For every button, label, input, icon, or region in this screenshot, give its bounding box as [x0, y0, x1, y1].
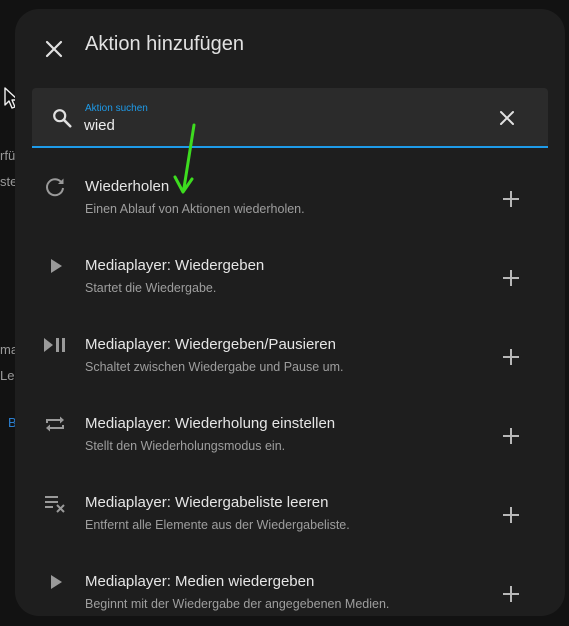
add-icon[interactable]	[501, 189, 521, 209]
action-item-media-repeat-mode[interactable]: Mediaplayer: Wiederholung einstellen Ste…	[15, 385, 565, 464]
action-item-title: Mediaplayer: Wiedergabeliste leeren	[85, 494, 329, 511]
play-pause-icon	[44, 338, 65, 352]
action-item-title: Mediaplayer: Wiedergeben	[85, 257, 265, 274]
action-item-media-play[interactable]: Mediaplayer: Wiedergeben Startet die Wie…	[15, 227, 565, 306]
repeat-mode-icon	[46, 416, 64, 432]
action-item-description: Schaltet zwischen Wiedergabe und Pause u…	[85, 360, 344, 374]
play-icon	[51, 575, 62, 589]
play-icon	[51, 259, 62, 273]
playlist-remove-icon	[45, 496, 65, 513]
search-field[interactable]: Aktion suchen	[32, 88, 548, 148]
action-item-title: Mediaplayer: Wiedergeben/Pausieren	[85, 336, 336, 353]
dialog-header: Aktion hinzufügen	[15, 9, 565, 85]
action-item-title: Mediaplayer: Wiederholung einstellen	[85, 415, 336, 432]
add-icon[interactable]	[501, 347, 521, 367]
action-item-media-play-media[interactable]: Mediaplayer: Medien wiedergeben Beginnt …	[15, 543, 565, 616]
clear-search-icon[interactable]	[498, 109, 516, 127]
search-input[interactable]	[84, 117, 464, 134]
action-item-media-play-pause[interactable]: Mediaplayer: Wiedergeben/Pausieren Schal…	[15, 306, 565, 385]
action-item-description: Entfernt alle Elemente aus der Wiedergab…	[85, 518, 350, 532]
repeat-icon	[46, 178, 64, 197]
action-item-repeat[interactable]: Wiederholen Einen Ablauf von Aktionen wi…	[15, 148, 565, 227]
action-item-description: Einen Ablauf von Aktionen wiederholen.	[85, 202, 305, 216]
add-icon[interactable]	[501, 584, 521, 604]
action-item-description: Stellt den Wiederholungsmodus ein.	[85, 439, 286, 453]
search-icon	[53, 109, 72, 128]
action-item-media-clear-playlist[interactable]: Mediaplayer: Wiedergabeliste leeren Entf…	[15, 464, 565, 543]
action-item-description: Startet die Wiedergabe.	[85, 281, 217, 295]
close-icon[interactable]	[43, 38, 65, 60]
action-item-description: Beginnt mit der Wiedergabe der angegeben…	[85, 597, 390, 611]
background-text-fragment: rfü	[0, 148, 16, 163]
add-icon[interactable]	[501, 426, 521, 446]
action-item-title: Mediaplayer: Medien wiedergeben	[85, 573, 315, 590]
add-icon[interactable]	[501, 505, 521, 525]
add-icon[interactable]	[501, 268, 521, 288]
dialog-title: Aktion hinzufügen	[85, 33, 245, 55]
annotation-arrow-icon	[173, 123, 196, 194]
action-item-title: Wiederholen	[85, 178, 170, 195]
add-action-dialog: Aktion hinzufügen Aktion suchen Wiederho…	[15, 9, 565, 616]
search-label: Aktion suchen	[85, 103, 148, 114]
